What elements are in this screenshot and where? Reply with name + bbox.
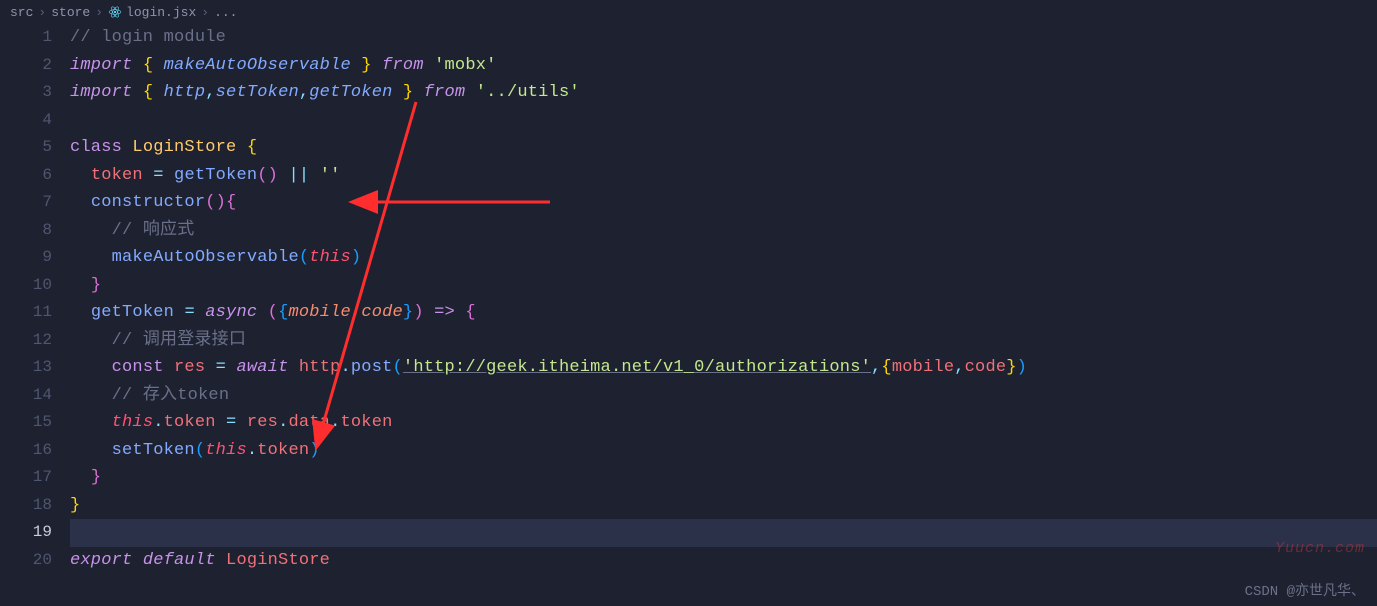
- line-number: 18: [0, 492, 52, 520]
- chevron-right-icon: ›: [95, 5, 103, 20]
- line-number: 6: [0, 162, 52, 190]
- code-line[interactable]: }: [70, 272, 1377, 300]
- code-line[interactable]: const res = await http.post('http://geek…: [70, 354, 1377, 382]
- code-content[interactable]: // login module import { makeAutoObserva…: [70, 24, 1377, 574]
- line-number: 13: [0, 354, 52, 382]
- line-number: 20: [0, 547, 52, 575]
- line-number: 10: [0, 272, 52, 300]
- breadcrumb-src[interactable]: src: [10, 5, 33, 20]
- line-number: 14: [0, 382, 52, 410]
- line-number: 8: [0, 217, 52, 245]
- line-number: 9: [0, 244, 52, 272]
- react-icon: [108, 5, 122, 19]
- code-line[interactable]: // login module: [70, 24, 1377, 52]
- code-editor[interactable]: 1 2 3 4 5 6 7 8 9 10 11 12 13 14 15 16 1…: [0, 24, 1377, 574]
- line-number: 12: [0, 327, 52, 355]
- code-line[interactable]: getToken = async ({mobile,code}) => {: [70, 299, 1377, 327]
- code-line[interactable]: import { makeAutoObservable } from 'mobx…: [70, 52, 1377, 80]
- code-line[interactable]: setToken(this.token): [70, 437, 1377, 465]
- line-number: 17: [0, 464, 52, 492]
- code-line[interactable]: // 调用登录接口: [70, 327, 1377, 355]
- breadcrumb-more[interactable]: ...: [214, 5, 237, 20]
- code-line[interactable]: this.token = res.data.token: [70, 409, 1377, 437]
- code-line[interactable]: [70, 107, 1377, 135]
- line-gutter: 1 2 3 4 5 6 7 8 9 10 11 12 13 14 15 16 1…: [0, 24, 70, 574]
- code-line[interactable]: token = getToken() || '': [70, 162, 1377, 190]
- code-line[interactable]: constructor(){: [70, 189, 1377, 217]
- code-line[interactable]: }: [70, 492, 1377, 520]
- code-line[interactable]: // 存入token: [70, 382, 1377, 410]
- line-number: 15: [0, 409, 52, 437]
- line-number: 4: [0, 107, 52, 135]
- code-line[interactable]: makeAutoObservable(this): [70, 244, 1377, 272]
- code-line[interactable]: import { http,setToken,getToken } from '…: [70, 79, 1377, 107]
- line-number: 19: [0, 519, 52, 547]
- code-line[interactable]: // 响应式: [70, 217, 1377, 245]
- chevron-right-icon: ›: [201, 5, 209, 20]
- line-number: 3: [0, 79, 52, 107]
- line-number: 11: [0, 299, 52, 327]
- code-line[interactable]: }: [70, 464, 1377, 492]
- breadcrumb-store[interactable]: store: [51, 5, 90, 20]
- chevron-right-icon: ›: [38, 5, 46, 20]
- code-line[interactable]: [70, 519, 1377, 547]
- line-number: 16: [0, 437, 52, 465]
- line-number: 1: [0, 24, 52, 52]
- breadcrumb-file[interactable]: login.jsx: [108, 5, 196, 20]
- line-number: 7: [0, 189, 52, 217]
- code-line[interactable]: class LoginStore {: [70, 134, 1377, 162]
- breadcrumb-filename: login.jsx: [126, 5, 196, 20]
- line-number: 2: [0, 52, 52, 80]
- line-number: 5: [0, 134, 52, 162]
- code-line[interactable]: export default LoginStore: [70, 547, 1377, 575]
- breadcrumb: src › store › login.jsx › ...: [0, 0, 1377, 24]
- watermark-csdn: CSDN @亦世凡华、: [1245, 580, 1365, 600]
